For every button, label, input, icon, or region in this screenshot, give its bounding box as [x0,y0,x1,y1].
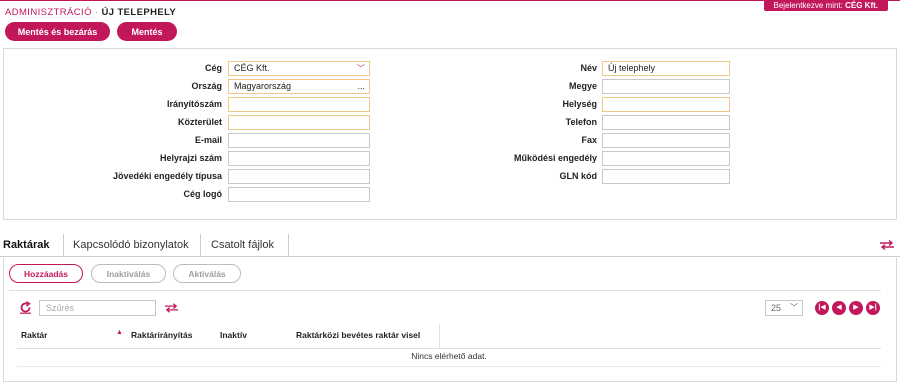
save-and-close-button[interactable]: Mentés és bezárás [5,22,110,41]
page-size-value: 25 [771,303,782,313]
field-jövedéki-engedély-típusa[interactable] [228,169,370,184]
field-label-megye: Megye [568,81,597,91]
breadcrumb: ADMINISZTRÁCIÓ · ÚJ TELEPHELY [5,7,176,18]
activate-button[interactable]: Aktiválás [173,264,241,283]
column-header-warehouse[interactable]: Raktár [21,330,47,340]
tab-bar: Raktárak Kapcsolódó bizonylatok Csatolt … [0,234,900,256]
location-form [3,48,897,220]
column-separator [439,324,440,348]
chevron-down-icon: ﹀ [790,303,798,312]
field-cég-logó[interactable] [228,187,370,202]
last-page-icon[interactable]: ▶| [866,301,880,315]
field-label-telefon: Telefon [565,117,597,127]
field-név[interactable]: Új telephely [602,61,730,76]
empty-state-message: Nincs elérhető adat. [411,351,487,361]
column-header-inactive[interactable]: Inaktív [220,330,247,340]
tab-separator [288,234,289,256]
breadcrumb-root[interactable]: ADMINISZTRÁCIÓ [5,7,92,18]
field-label-fax: Fax [581,135,597,145]
field-cég[interactable]: CÉG Kft. ﹀ [228,61,370,76]
field-label-ország: Ország [191,81,222,91]
login-badge: Bejelentkezve mint: CÉG Kft. [763,0,888,11]
tab-bar-line [0,256,900,257]
field-label-jövedéki-engedély-típusa: Jövedéki engedély típusa [112,171,222,181]
field-label-cég: Cég [204,63,222,73]
page-size-select[interactable]: 25 ﹀ [765,300,803,316]
tab-warehouses[interactable]: Raktárak [3,236,49,256]
field-közterület[interactable] [228,115,370,130]
tab-separator [63,234,64,256]
field-label-név: Név [580,63,597,73]
tab-related-documents[interactable]: Kapcsolódó bizonylatok [73,236,189,256]
deactivate-button[interactable]: Inaktiválás [91,264,166,283]
next-page-icon[interactable]: ▶ [849,301,863,315]
field-value: Magyarország [234,81,292,91]
field-telefon[interactable] [602,115,730,130]
field-helyrajzi-szám[interactable] [228,151,370,166]
field-label-cég-logó: Cég logó [183,189,223,199]
grid-header-line [17,348,881,349]
breadcrumb-separator: · [94,7,99,18]
field-gln-kód[interactable] [602,169,730,184]
field-működési-engedély[interactable] [602,151,730,166]
tab-separator [200,234,201,256]
first-page-icon[interactable]: |◀ [815,301,829,315]
lookup-ellipsis-icon[interactable]: ... [357,80,365,93]
field-label-irányítószám: Irányítószám [166,99,222,109]
grid-header: Raktár ▲ Raktárirányítás Inaktív Raktárk… [17,324,881,348]
page-title: ÚJ TELEPHELY [101,7,177,18]
field-ország[interactable]: Magyarország... [228,79,370,94]
field-label-működési-engedély: Működési engedély [513,153,597,163]
refresh-icon[interactable] [19,301,32,314]
sort-asc-icon[interactable]: ▲ [116,329,123,336]
add-button[interactable]: Hozzáadás [9,264,83,283]
field-value: Új telephely [608,63,656,73]
field-label-helység: Helység [562,99,597,109]
field-irányítószám[interactable] [228,97,370,112]
field-megye[interactable] [602,79,730,94]
field-e-mail[interactable] [228,133,370,148]
swap-arrows-icon[interactable] [879,240,895,250]
field-value: CÉG Kft. [234,63,270,73]
login-user: CÉG Kft. [845,1,878,10]
field-label-helyrajzi-szám: Helyrajzi szám [159,153,222,163]
grid-bottom-line [17,366,881,367]
chevron-down-icon[interactable]: ﹀ [357,62,365,75]
column-header-warehouse-control[interactable]: Raktárirányítás [131,330,192,340]
save-button[interactable]: Mentés [117,22,177,41]
tab-attached-files[interactable]: Csatolt fájlok [211,236,274,256]
field-label-gln-kód: GLN kód [559,171,598,181]
field-helység[interactable] [602,97,730,112]
login-prefix: Bejelentkezve mint: [773,1,843,10]
field-label-e-mail: E-mail [194,135,222,145]
column-header-transfer-warehouse[interactable]: Raktárközi bevétes raktár visel [296,330,420,340]
field-label-közterület: Közterület [177,117,222,127]
field-fax[interactable] [602,133,730,148]
prev-page-icon[interactable]: ◀ [832,301,846,315]
toolbar-divider [9,290,881,291]
filter-input[interactable] [39,300,156,316]
swap-arrows-icon[interactable] [164,303,179,313]
